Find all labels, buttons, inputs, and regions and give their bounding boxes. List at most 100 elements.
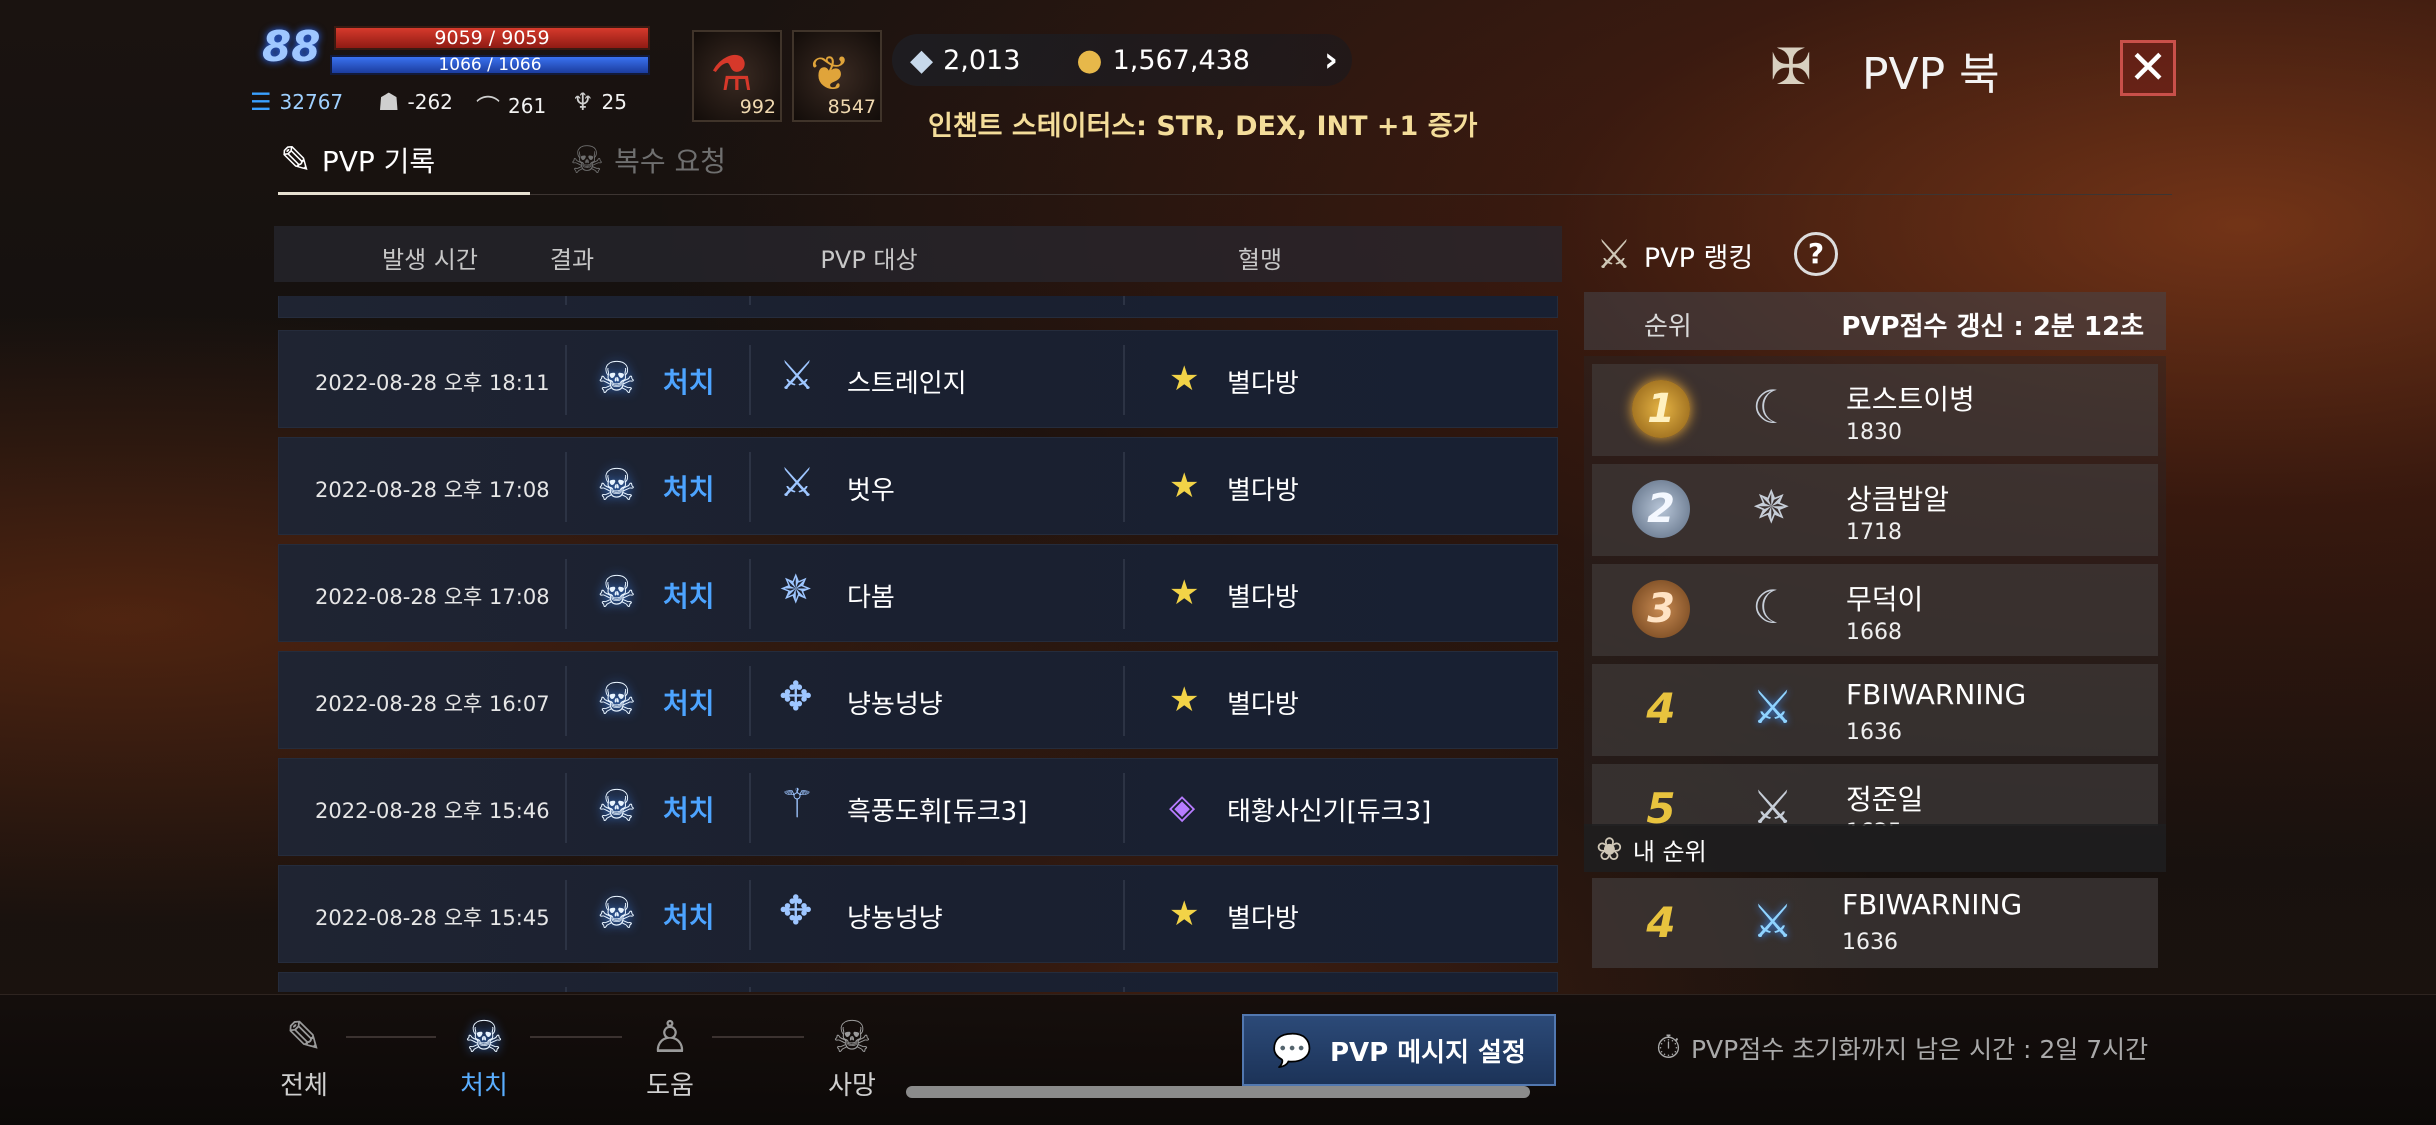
combat-power-value: 32767	[279, 90, 344, 114]
ranking-header: 순위 PVP점수 갱신 : 2분 12초	[1584, 292, 2166, 350]
silver-medal-icon: 2	[1632, 480, 1690, 538]
purple-crest-icon: ◈	[1169, 787, 1196, 827]
star-crest-icon: ★	[1169, 680, 1200, 720]
row-guild: 별다방	[1227, 476, 1299, 506]
row-result: 처치	[663, 794, 715, 827]
ranking-row[interactable]: 4 ⚔ FBIWARNING 1636	[1592, 664, 2158, 756]
pvp-message-settings-button[interactable]: 💬 PVP 메시지 설정	[1242, 1014, 1556, 1086]
my-rank-row[interactable]: 4 ⚔ FBIWARNING 1636	[1592, 878, 2158, 968]
ranking-row[interactable]: 1 ☾ 로스트이병 1830	[1592, 364, 2158, 456]
spike-class-icon: ✵	[1752, 480, 1791, 534]
row-result: 처치	[663, 580, 715, 613]
pvp-message-settings-label: PVP 메시지 설정	[1329, 1037, 1526, 1068]
column-divider	[565, 345, 567, 415]
close-button[interactable]: ✕	[2120, 40, 2176, 96]
filter-death[interactable]: ☠ 사망	[792, 1012, 912, 1102]
dual-blade-class-icon: ⚔	[1752, 894, 1794, 948]
column-divider	[1123, 880, 1125, 950]
column-divider	[749, 880, 751, 950]
ranking-title: ⚔ PVP 랭킹	[1596, 232, 1753, 278]
chevron-right-icon[interactable]: ›	[1324, 40, 1338, 80]
home-indicator[interactable]	[906, 1086, 1530, 1098]
potion-slot[interactable]: ⚗ 992	[692, 30, 782, 122]
ranking-list[interactable]: 1 ☾ 로스트이병 1830 2 ✵ 상큼밥알 1718 3 ☾ 무덕이 166…	[1584, 356, 2166, 826]
mp-value: 1066 / 1066	[438, 55, 542, 75]
skull-icon: ☠	[597, 567, 637, 618]
filter-all[interactable]: ✎ 전체	[244, 1012, 364, 1102]
hat-value: 261	[508, 93, 547, 118]
tab-revenge-request-label: 복수 요청	[614, 145, 727, 178]
ranking-name: 무덕이	[1846, 583, 1924, 616]
column-divider	[1123, 559, 1125, 629]
table-row[interactable]: 2022-08-28 오후 17:08 ☠ 처치 ⚔ 벗우 ★ 별다방	[278, 437, 1558, 535]
filter-kill-label: 처치	[460, 1071, 508, 1101]
leaf-slot[interactable]: ❦ 8547	[792, 30, 882, 122]
table-row[interactable]: 2022-08-28 오후 18:11 ☠ 처치 ⚔ 스트레인지 ★ 별다방	[278, 330, 1558, 428]
skull-icon: ☠	[597, 888, 637, 939]
ranking-row[interactable]: 3 ☾ 무덕이 1668	[1592, 564, 2158, 656]
ranking-row[interactable]: 5 ⚔ 정준일 1625	[1592, 764, 2158, 826]
column-divider	[565, 773, 567, 843]
help-button[interactable]: ?	[1794, 232, 1838, 276]
tab-pvp-record[interactable]: ✎ PVP 기록	[280, 138, 435, 182]
column-divider	[749, 666, 751, 736]
skull-icon: ☠	[597, 460, 637, 511]
currency-bar[interactable]: ◆ 2,013 ● 1,567,438 ›	[892, 34, 1352, 86]
table-row[interactable]: 2022-08-28 오후 16:07 ☠ 처치 ✥ 냥뇽넝냥 ★ 별다방	[278, 651, 1558, 749]
death-skull-icon: ☠	[832, 1012, 872, 1063]
pvp-book-icon: ✠	[1770, 38, 1812, 96]
potion-qty: 992	[739, 96, 776, 118]
row-result: 처치	[663, 687, 715, 720]
filter-kill[interactable]: ☠ 처치	[424, 1012, 544, 1102]
pvp-record-list[interactable]: 2022-08-28 오후 18:11 ☠ 처치 ⚔ 스트레인지 ★ 별다방 2…	[278, 296, 1558, 992]
table-row[interactable]: 2022-08-28 오후 17:08 ☠ 처치 ✵ 다봄 ★ 별다방	[278, 544, 1558, 642]
table-row[interactable]: 2022-08-28 오후 15:45 ☠ 처치 ✥ 냥뇽넝냥 ★ 별다방	[278, 865, 1558, 963]
star-crest-icon: ★	[1169, 359, 1200, 399]
skull-helm-icon: ☗	[378, 88, 400, 116]
skull-icon: ☠	[597, 353, 637, 404]
ranking-name: FBIWARNING	[1846, 678, 2027, 711]
active-tab-indicator	[278, 192, 530, 195]
my-rank-label: 내 순위	[1632, 837, 1707, 866]
helper-icon: ♙	[650, 1012, 690, 1063]
ranking-name: 상큼밥알	[1846, 483, 1950, 516]
row-time: 2022-08-28 오후 17:08	[315, 478, 550, 502]
row-target: 벗우	[847, 476, 895, 506]
row-time: 2022-08-28 오후 18:11	[315, 371, 550, 395]
star-crest-icon: ★	[1169, 573, 1200, 613]
potion-icon: ⚗	[710, 46, 754, 102]
table-row[interactable]	[278, 296, 1558, 318]
defense-stat: ☗ -262	[378, 88, 453, 116]
column-divider	[1123, 773, 1125, 843]
hat-icon: ⌒	[476, 94, 500, 122]
filter-assist[interactable]: ♙ 도움	[610, 1012, 730, 1102]
defense-value: -262	[407, 90, 453, 114]
reaper-class-icon: ☾	[1752, 580, 1794, 634]
staff-class-icon: ✥	[779, 674, 813, 720]
tab-revenge-request[interactable]: ☠ 복수 요청	[570, 138, 726, 182]
ranking-name: 정준일	[1846, 783, 1924, 816]
ranking-score: 1668	[1846, 620, 1902, 645]
filter-death-label: 사망	[828, 1071, 876, 1101]
tab-divider	[278, 194, 2172, 195]
revenge-icon: ☠	[570, 138, 605, 182]
table-row[interactable]	[278, 972, 1558, 992]
page-title: PVP 북	[1862, 49, 2000, 100]
ranking-row[interactable]: 2 ✵ 상큼밥알 1718	[1592, 464, 2158, 556]
tab-pvp-record-label: PVP 기록	[321, 145, 436, 178]
table-row[interactable]: 2022-08-28 오후 15:46 ☠ 처치 ⚚ 흑풍도휘[듀크3] ◈ 태…	[278, 758, 1558, 856]
column-divider	[1123, 345, 1125, 415]
row-target: 냥뇽넝냥	[847, 904, 943, 934]
my-rank-number: 4	[1646, 898, 1676, 947]
feather-leaf-icon: ❦	[810, 46, 851, 102]
filter-all-label: 전체	[280, 1071, 328, 1101]
row-target: 냥뇽넝냥	[847, 690, 943, 720]
star-crest-icon: ★	[1169, 466, 1200, 506]
my-rank-name: FBIWARNING	[1842, 888, 2023, 921]
row-target: 스트레인지	[847, 369, 967, 399]
crossbow-class-icon: ⚔	[779, 460, 815, 506]
row-result: 처치	[663, 473, 715, 506]
star-crest-icon: ★	[1169, 894, 1200, 934]
enchant-status: 인챈트 스테이터스: STR, DEX, INT +1 증가	[928, 111, 1478, 142]
rank-number: 4	[1646, 684, 1676, 733]
